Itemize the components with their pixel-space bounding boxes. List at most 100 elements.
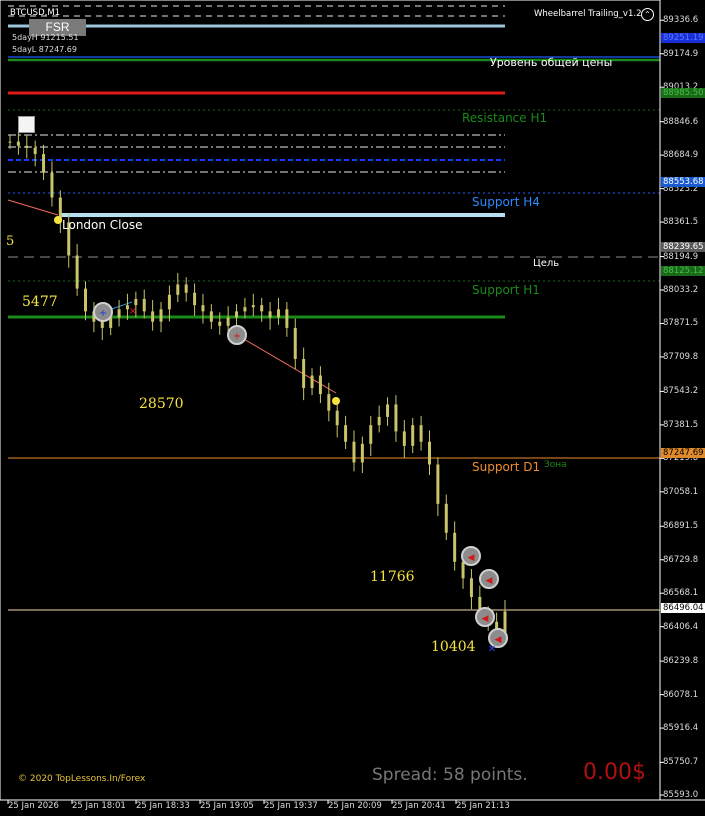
x-tick-label: 25 Jan 19:05	[200, 801, 254, 811]
price-tag: 87247.69	[661, 447, 705, 458]
resistance-h1-label: Resistance H1	[462, 111, 548, 125]
five-day-high: 5dayH 91215.51	[12, 33, 79, 42]
candle-body	[159, 309, 163, 322]
candle-body	[360, 443, 364, 463]
candle-body	[293, 327, 297, 359]
y-tick-label: 87871.5	[663, 318, 699, 329]
y-tick-label: 87058.1	[663, 486, 699, 497]
london-close-label: London Close	[62, 218, 143, 232]
support-d1-label: Support D1	[472, 460, 541, 474]
candle-body	[503, 611, 507, 633]
y-tick-label: 89174.9	[663, 48, 699, 59]
price-tag: 88125.12	[661, 265, 705, 276]
candle-body	[352, 441, 356, 463]
candle-body	[218, 321, 222, 326]
candle-body	[260, 305, 264, 312]
candle-body	[226, 317, 230, 326]
y-tick-label: 85916.4	[663, 723, 699, 734]
price-chart[interactable]: + + × ◀ ◀ ◀ ◀ ✕	[0, 0, 705, 816]
indicator-title: Wheelbarrel Trailing_v1.2	[534, 9, 642, 19]
candle-body	[344, 425, 348, 442]
x-tick-label: 25 Jan 21:13	[456, 801, 510, 811]
counter-label: 28570	[139, 396, 184, 412]
y-tick-label: 85750.7	[663, 757, 699, 768]
candle-body	[335, 410, 339, 426]
candle-body	[285, 309, 289, 328]
candle-body	[134, 298, 138, 306]
candle-body	[117, 309, 121, 318]
candle-body	[243, 307, 247, 312]
candle-body	[167, 294, 171, 310]
candle-body	[318, 375, 322, 395]
candle-body	[444, 503, 448, 533]
candle-body	[419, 425, 423, 442]
y-tick-label: 86406.4	[663, 621, 699, 632]
x-tick-label: 25 Jan 20:09	[328, 801, 382, 811]
candle-body	[201, 305, 205, 312]
counter-label: 11766	[370, 569, 415, 585]
candle-body	[50, 172, 54, 198]
candle-body	[33, 147, 37, 155]
candle-body	[402, 431, 406, 446]
y-tick-label: 86729.8	[663, 554, 699, 565]
candle-body	[453, 532, 457, 562]
candle-body	[8, 141, 12, 143]
chevron-up-icon[interactable]: ⌃	[641, 8, 654, 21]
candle-body	[302, 358, 306, 388]
candle-body	[411, 425, 415, 446]
price-tag: 88985.50	[661, 87, 705, 98]
candle-body	[100, 321, 104, 328]
trade-marker-glyph: +	[233, 331, 241, 342]
trade-marker-glyph: +	[99, 308, 107, 319]
target-label: Цель	[533, 258, 560, 269]
y-tick-label: 86239.8	[663, 656, 699, 667]
x-tick-label: 25 Jan 19:37	[264, 801, 318, 811]
candle-body	[42, 154, 46, 173]
candle-body	[235, 311, 239, 318]
counter-label: 10404	[431, 639, 476, 655]
trade-marker-glyph: ◀	[482, 614, 489, 624]
y-tick-label: 88033.2	[663, 284, 699, 295]
price-axis: 89336.689174.989013.288846.688684.988523…	[660, 0, 705, 800]
trade-marker-glyph: ◀	[468, 553, 475, 563]
y-tick-label: 89336.6	[663, 15, 699, 26]
candle-body	[142, 298, 146, 312]
x-tick-label: 25 Jan 2026	[8, 801, 59, 811]
candle-body	[268, 311, 272, 318]
candle-body	[310, 375, 314, 388]
price-tag: 89251.19	[661, 32, 705, 43]
toggle-checkbox[interactable]	[18, 116, 35, 133]
candle-body	[16, 141, 20, 146]
candle-body	[377, 416, 381, 426]
candle-body	[209, 311, 213, 322]
candle-body	[394, 404, 398, 432]
price-tag: 88553.68	[661, 177, 705, 188]
y-tick-label: 85593.0	[663, 790, 699, 800]
x-tick-label: 25 Jan 18:01	[72, 801, 126, 811]
candle-body	[25, 145, 29, 148]
y-tick-label: 87543.2	[663, 386, 699, 397]
candle-body	[369, 425, 373, 444]
sun-marker	[332, 397, 340, 405]
candle-body	[386, 404, 390, 417]
counter-label: 5477	[22, 294, 58, 310]
candle-body	[436, 464, 440, 504]
symbol-title: BTCUSD,M1	[10, 8, 61, 18]
left-edge-number: 5	[6, 234, 15, 249]
candle-body	[184, 284, 188, 293]
candle-body	[84, 288, 88, 312]
support-h4-label: Support H4	[472, 195, 540, 209]
candle-body	[251, 305, 255, 308]
spread-text: Spread: 58 points.	[372, 765, 528, 785]
y-tick-label: 86078.1	[663, 689, 699, 700]
copyright-text: © 2020 TopLessons.In/Forex	[18, 774, 146, 784]
y-tick-label: 87709.8	[663, 351, 699, 362]
candle-body	[151, 311, 155, 322]
sun-marker	[54, 216, 62, 224]
y-tick-label: 88361.5	[663, 217, 699, 228]
candle-body	[469, 578, 473, 597]
candle-body	[276, 309, 280, 318]
price-tag: 88239.65	[661, 242, 705, 253]
candle-body	[75, 255, 79, 289]
x-tick-label: 25 Jan 18:33	[136, 801, 190, 811]
